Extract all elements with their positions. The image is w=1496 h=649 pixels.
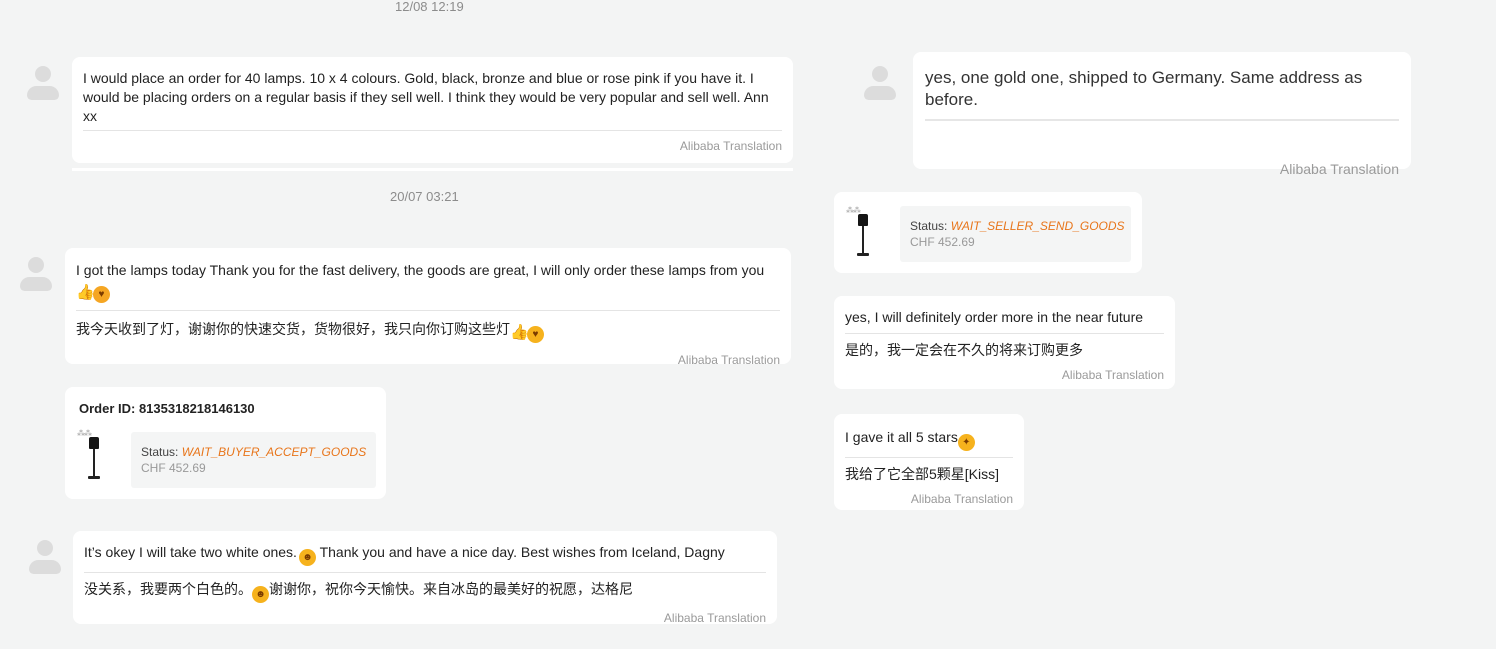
translation-text: 没关系，我要两个白色的。 ☻ 谢谢你，祝你今天愉快。来自冰岛的最美好的祝愿，达格尼 xyxy=(84,579,766,603)
message-text: I gave it all 5 stars ✦ xyxy=(845,428,1013,451)
translation-attribution: Alibaba Translation xyxy=(1279,161,1399,177)
heart-eyes-icon: ♥ xyxy=(527,326,544,343)
grinning-icon: ☻ xyxy=(298,549,316,566)
order-price: CHF 452.69 xyxy=(910,235,975,249)
message-text: I got the lamps today Thank you for the … xyxy=(76,262,765,303)
status-label: Status: xyxy=(141,445,179,459)
message-text: yes, I will definitely order more in the… xyxy=(845,309,1144,325)
message-bubble[interactable]: I gave it all 5 stars ✦ 我给了它全部5颗星[Kiss] A… xyxy=(834,414,1024,510)
message-bubble[interactable]: I would place an order for 40 lamps. 10 … xyxy=(72,57,793,163)
lamp-product-image[interactable]: ⁂⁂ xyxy=(846,206,880,264)
thumbs-up-icon: 👍 xyxy=(76,284,95,301)
translation-text: 我今天收到了灯，谢谢你的快速交货，货物很好，我只向你订购这些灯👍 ♥ xyxy=(76,319,780,343)
message-text: I would place an order for 40 lamps. 10 … xyxy=(83,70,769,124)
lamp-product-image[interactable]: ⁂⁂ xyxy=(77,429,111,487)
order-id: Order ID: 8135318218146130 xyxy=(79,401,255,416)
avatar[interactable] xyxy=(26,64,60,102)
divider xyxy=(72,168,793,171)
chat-page: 12/08 12:19 I would place an order for 4… xyxy=(0,0,1496,649)
status-label: Status: xyxy=(910,219,948,233)
translation-attribution: Alibaba Translation xyxy=(910,492,1013,506)
status-value: WAIT_SELLER_SEND_GOODS xyxy=(950,219,1125,233)
translation-attribution: Alibaba Translation xyxy=(663,611,766,625)
translation-text: 我给了它全部5颗星[Kiss] xyxy=(845,466,1000,482)
message-text: It’s okey I will take two white ones. ☻ T… xyxy=(84,543,766,566)
thumbs-up-icon: 👍 xyxy=(510,324,529,341)
order-price: CHF 452.69 xyxy=(141,461,206,475)
timestamp: 20/07 03:21 xyxy=(390,189,459,204)
order-status-box: Status: WAIT_SELLER_SEND_GOODS CHF 452.6… xyxy=(900,206,1131,262)
message-bubble[interactable]: yes, one gold one, shipped to Germany. S… xyxy=(913,52,1411,177)
timestamp: 12/08 12:19 xyxy=(395,0,464,14)
heart-eyes-icon: ♥ xyxy=(93,286,110,303)
translation-attribution: Alibaba Translation xyxy=(677,353,780,367)
avatar[interactable] xyxy=(19,255,53,293)
avatar[interactable] xyxy=(28,538,62,576)
avatar[interactable] xyxy=(863,64,897,102)
order-card[interactable]: Order ID: 8135318218146130 ⁂⁂ Status: WA… xyxy=(65,387,386,499)
message-bubble[interactable]: It’s okey I will take two white ones. ☻ T… xyxy=(73,531,777,625)
translation-attribution: Alibaba Translation xyxy=(679,139,782,153)
message-bubble[interactable]: yes, I will definitely order more in the… xyxy=(834,296,1175,389)
order-card[interactable]: ⁂⁂ Status: WAIT_SELLER_SEND_GOODS CHF 45… xyxy=(834,192,1142,273)
translation-attribution: Alibaba Translation xyxy=(1061,368,1164,382)
grinning-icon: ☻ xyxy=(252,586,269,603)
message-bubble[interactable]: I got the lamps today Thank you for the … xyxy=(65,248,791,367)
translation-text: 是的，我一定会在不久的将来订购更多 xyxy=(845,342,1083,358)
message-text: yes, one gold one, shipped to Germany. S… xyxy=(925,68,1363,109)
party-face-icon: ✦ xyxy=(957,434,975,451)
status-value: WAIT_BUYER_ACCEPT_GOODS xyxy=(181,445,367,459)
order-status-box: Status: WAIT_BUYER_ACCEPT_GOODS CHF 452.… xyxy=(131,432,376,488)
